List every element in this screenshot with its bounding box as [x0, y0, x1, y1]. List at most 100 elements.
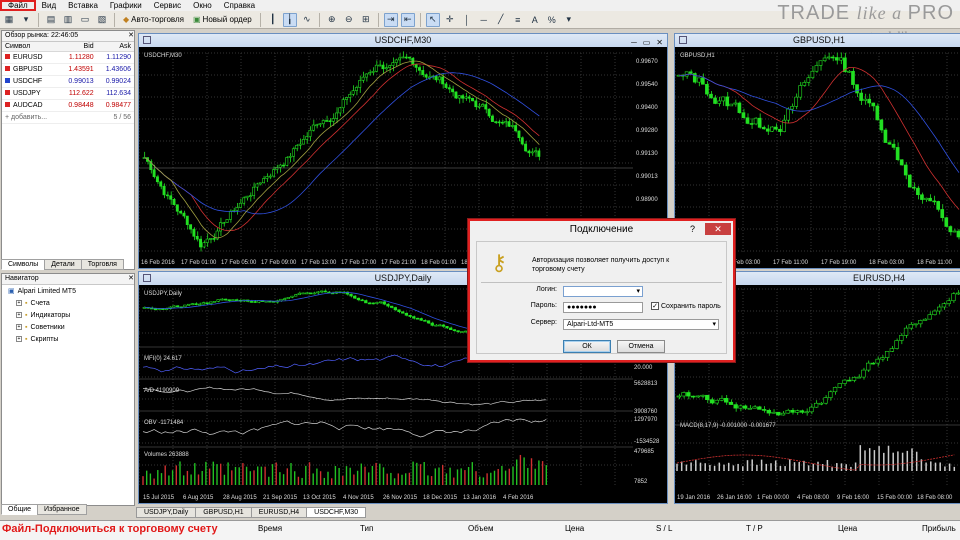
- bar-chart-icon[interactable]: ┃: [266, 13, 280, 27]
- horizontal-line-icon[interactable]: ─: [477, 13, 491, 27]
- close-icon[interactable]: ✕: [128, 274, 134, 284]
- candle-body: [394, 59, 398, 63]
- tab-favorites[interactable]: Избранное: [37, 504, 87, 515]
- col-bid[interactable]: Bid: [59, 42, 97, 52]
- candle-body: [408, 56, 411, 59]
- col-profit[interactable]: Прибыль: [922, 524, 956, 533]
- nav-item-scripts[interactable]: + ▪ Скрипты: [2, 333, 134, 345]
- server-select[interactable]: Alpari-Ltd-MT5 ▾: [563, 319, 719, 330]
- expand-icon[interactable]: +: [16, 300, 22, 306]
- expand-icon[interactable]: +: [16, 324, 22, 330]
- login-field[interactable]: ▾: [563, 286, 643, 297]
- ok-button[interactable]: ОК: [563, 340, 611, 353]
- shapes-dropdown-icon[interactable]: ▾: [562, 13, 576, 27]
- col-ask[interactable]: Ask: [96, 42, 134, 52]
- cursor-icon[interactable]: ↖: [425, 12, 440, 27]
- save-password-checkbox[interactable]: ✓ Сохранить пароль: [651, 302, 721, 310]
- nav-item-experts[interactable]: + ▪ Советники: [2, 321, 134, 333]
- candle-body: [790, 409, 795, 413]
- chevron-down-icon[interactable]: ▾: [712, 320, 718, 330]
- nav-item-accounts[interactable]: + ▪ Счета: [2, 297, 134, 309]
- tile-windows-icon[interactable]: ⊞: [359, 13, 373, 27]
- menu-view[interactable]: Вид: [36, 0, 62, 11]
- auto-trading-button[interactable]: ◆ Авто-торговля: [120, 15, 187, 24]
- table-row[interactable]: EURUSD 1.11280 1.11290: [2, 51, 134, 64]
- navigator-panel: Навигатор ✕ ▣ Alpari Limited MT5 + ▪ Счета +…: [1, 273, 135, 506]
- vertical-line-icon[interactable]: │: [460, 13, 474, 27]
- price-axis-label: 479685: [634, 449, 655, 455]
- menu-charts[interactable]: Графики: [104, 0, 148, 11]
- new-chart-icon[interactable]: ▦: [2, 13, 16, 27]
- menu-help[interactable]: Справка: [218, 0, 261, 11]
- col-current-price[interactable]: Цена: [838, 524, 857, 533]
- time-axis-label: 18 Feb 03:00: [869, 260, 905, 266]
- tab-common[interactable]: Общие: [1, 504, 39, 515]
- menu-window[interactable]: Окно: [187, 0, 218, 11]
- table-row[interactable]: USDJPY 112.622 112.634: [2, 87, 134, 100]
- market-watch-icon[interactable]: ▤: [44, 13, 58, 27]
- crosshair-icon[interactable]: ✛: [443, 13, 457, 27]
- tab-details[interactable]: Детали: [44, 259, 82, 270]
- candle-body: [437, 76, 441, 81]
- add-symbol-link[interactable]: добавить...: [11, 114, 47, 121]
- candle-body: [766, 409, 771, 414]
- market-watch-title: Обзор рынка: 22:46:05 ✕: [2, 31, 134, 42]
- col-time[interactable]: Время: [258, 524, 282, 533]
- zoom-out-icon[interactable]: ⊖: [342, 13, 356, 27]
- checkbox-checked-icon[interactable]: ✓: [651, 302, 659, 310]
- tester-icon[interactable]: ▧: [95, 13, 109, 27]
- line-chart-icon[interactable]: ∿: [300, 13, 314, 27]
- chart-tab-eurusd[interactable]: EURUSD,H4: [250, 507, 308, 518]
- candlestick-icon[interactable]: ╽: [282, 12, 297, 27]
- zoom-in-icon[interactable]: ⊕: [325, 13, 339, 27]
- nav-root[interactable]: ▣ Alpari Limited MT5: [2, 285, 134, 297]
- candle-body: [487, 108, 491, 117]
- col-symbol[interactable]: Символ: [2, 42, 60, 52]
- chart-tab-gbpusd[interactable]: GBPUSD,H1: [195, 507, 252, 518]
- candle-body: [408, 315, 412, 317]
- chart-shift-icon[interactable]: ⇤: [400, 12, 415, 27]
- nav-item-indicators[interactable]: + ▪ Индикаторы: [2, 309, 134, 321]
- new-order-button[interactable]: ▣ Новый ордер: [190, 15, 255, 24]
- expand-icon[interactable]: +: [16, 336, 22, 342]
- col-volume[interactable]: Объем: [468, 524, 494, 533]
- text-tool-icon[interactable]: A: [528, 13, 542, 27]
- candle-body: [871, 102, 876, 107]
- table-row[interactable]: GBPUSD 1.43591 1.43606: [2, 63, 134, 76]
- candle-body: [948, 226, 953, 233]
- menu-insert[interactable]: Вставка: [62, 0, 104, 11]
- candle-body: [245, 195, 249, 199]
- tab-symbols[interactable]: Символы: [1, 259, 46, 270]
- close-icon[interactable]: ✕: [128, 31, 134, 41]
- col-price[interactable]: Цена: [565, 524, 584, 533]
- profiles-icon[interactable]: ▾: [19, 13, 33, 27]
- table-row[interactable]: + добавить... 5 / 56: [2, 111, 134, 124]
- col-type[interactable]: Тип: [360, 524, 373, 533]
- trendline-icon[interactable]: ╱: [494, 13, 508, 27]
- candle-body: [434, 75, 438, 81]
- market-watch-table: Символ Bid Ask EURUSD 1.11280 1.11290 GBPU…: [2, 42, 134, 124]
- col-tp[interactable]: T / P: [746, 524, 763, 533]
- shapes-icon[interactable]: %: [545, 13, 559, 27]
- password-field[interactable]: ●●●●●●●: [563, 302, 643, 313]
- candle-body: [275, 167, 279, 170]
- cancel-button[interactable]: Отмена: [617, 340, 665, 353]
- help-button[interactable]: ?: [690, 221, 695, 238]
- terminal-icon[interactable]: ▭: [78, 13, 92, 27]
- chart-tab-usdjpy[interactable]: USDJPY,Daily: [136, 507, 197, 518]
- dialog-close-button[interactable]: ✕: [705, 223, 731, 235]
- table-row[interactable]: USDCHF 0.99013 0.99024: [2, 75, 134, 88]
- tab-trading[interactable]: Торговля: [80, 259, 124, 270]
- col-sl[interactable]: S / L: [656, 524, 672, 533]
- auto-scroll-icon[interactable]: ⇥: [383, 12, 398, 27]
- menu-tools[interactable]: Сервис: [148, 0, 187, 11]
- candle-body: [182, 212, 186, 217]
- expand-icon[interactable]: +: [16, 312, 22, 318]
- navigator-icon[interactable]: ▥: [61, 13, 75, 27]
- chevron-down-icon[interactable]: ▾: [636, 287, 642, 297]
- table-row[interactable]: AUDCAD 0.98448 0.98477: [2, 99, 134, 112]
- channel-icon[interactable]: ≡: [511, 13, 525, 27]
- candle-body: [903, 327, 909, 336]
- chart-tab-usdchf[interactable]: USDCHF,M30: [306, 507, 367, 518]
- menu-file[interactable]: Файл: [0, 0, 36, 11]
